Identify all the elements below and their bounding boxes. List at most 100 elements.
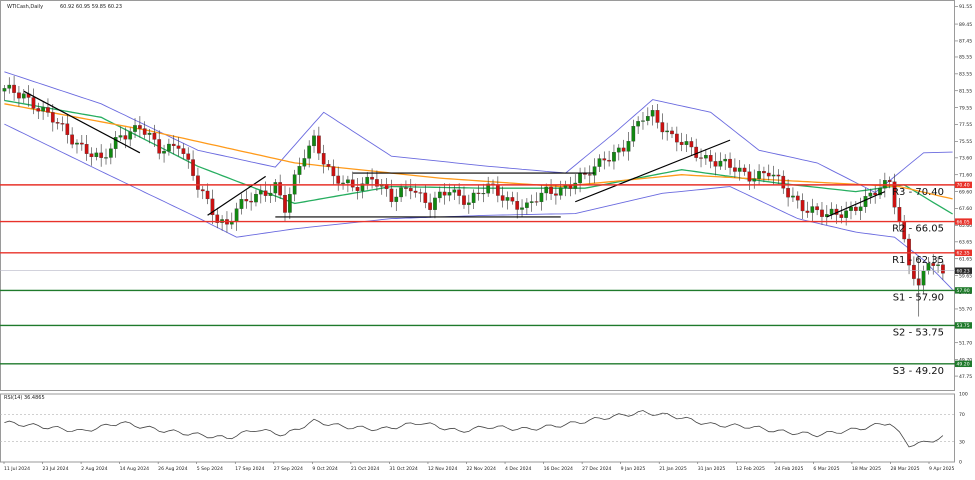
candle-body bbox=[65, 123, 70, 135]
candle-body bbox=[612, 152, 616, 162]
candle-body bbox=[191, 159, 195, 176]
candle-body bbox=[399, 187, 403, 198]
price-axis-label: 63.65 bbox=[959, 240, 972, 246]
candle-body bbox=[176, 145, 181, 149]
candle-body bbox=[123, 135, 128, 140]
candle-body bbox=[336, 175, 341, 184]
candle-body bbox=[912, 264, 916, 279]
candle-body bbox=[70, 134, 74, 145]
candle-body bbox=[573, 182, 578, 189]
candle-body bbox=[263, 190, 268, 196]
time-axis-label: 11 Jul 2024 bbox=[4, 466, 30, 472]
resistance-level-tag-label: 70.40 bbox=[957, 183, 970, 189]
candle-body bbox=[128, 131, 133, 140]
candle-body bbox=[742, 167, 747, 172]
rsi-title: RSI(14) 36.4865 bbox=[4, 395, 45, 401]
candle-body bbox=[525, 202, 529, 208]
candle-body bbox=[109, 148, 113, 158]
candle-body bbox=[679, 141, 684, 145]
candle-body bbox=[529, 201, 534, 203]
time-axis-label: 31 Oct 2024 bbox=[389, 466, 417, 472]
time-axis-label: 16 Dec 2024 bbox=[544, 466, 573, 472]
chart-ohlc-label: 60.92 60.95 59.85 60.23 bbox=[60, 4, 122, 10]
candle-body bbox=[853, 206, 858, 211]
candle-body bbox=[442, 191, 447, 196]
candle-body bbox=[665, 130, 670, 133]
candle-body bbox=[868, 192, 873, 197]
candle-body bbox=[99, 152, 104, 158]
candle-body bbox=[433, 197, 437, 210]
candle-body bbox=[568, 185, 573, 189]
candle-body bbox=[447, 192, 452, 196]
time-axis-label: 5 Sep 2024 bbox=[197, 466, 223, 472]
candle-body bbox=[283, 194, 287, 213]
support-level-tag-label: 49.20 bbox=[957, 362, 970, 368]
candle-body bbox=[350, 179, 355, 188]
candle-body bbox=[341, 182, 345, 184]
candle-body bbox=[84, 144, 89, 154]
candle-body bbox=[287, 194, 292, 213]
candle-body bbox=[621, 147, 626, 152]
candle-body bbox=[694, 146, 699, 158]
candle-body bbox=[786, 188, 790, 198]
chart-symbol-label: WTICash,Daily bbox=[7, 4, 43, 10]
price-axis-label: 89.45 bbox=[959, 22, 972, 28]
resistance-level-label: R2 - 66.05 bbox=[892, 224, 944, 235]
price-axis-label: 83.55 bbox=[959, 72, 972, 78]
support-level-tag-label: 53.75 bbox=[957, 323, 970, 329]
time-axis-label: 31 Jan 2025 bbox=[698, 466, 726, 472]
candle-body bbox=[273, 182, 278, 194]
candle-body bbox=[689, 141, 694, 148]
candle-body bbox=[699, 157, 703, 159]
candle-body bbox=[365, 176, 370, 184]
resistance-level-tag-label: 62.35 bbox=[957, 251, 970, 257]
price-axis-label: 85.55 bbox=[959, 55, 972, 61]
price-axis-label: 69.60 bbox=[959, 189, 972, 195]
candle-body bbox=[7, 84, 12, 89]
candle-body bbox=[89, 153, 94, 158]
candle-body bbox=[326, 164, 331, 167]
candle-body bbox=[549, 186, 553, 194]
candle-body bbox=[515, 201, 520, 210]
candle-body bbox=[331, 166, 336, 177]
candle-body bbox=[752, 178, 757, 182]
candle-body bbox=[41, 107, 45, 112]
candle-body bbox=[104, 157, 108, 159]
candle-body bbox=[776, 174, 781, 177]
candle-body bbox=[829, 208, 834, 215]
candle-body bbox=[17, 92, 21, 99]
candle-body bbox=[50, 112, 55, 123]
price-axis-label: 47.75 bbox=[959, 374, 972, 380]
time-axis-label: 21 Oct 2024 bbox=[351, 466, 379, 472]
price-axis-label: 75.55 bbox=[959, 139, 972, 145]
candle-body bbox=[539, 192, 544, 203]
resistance-level-label: R3 - 70.40 bbox=[892, 187, 944, 198]
candle-body bbox=[181, 148, 186, 154]
candle-body bbox=[558, 187, 563, 196]
candle-body bbox=[239, 199, 244, 209]
candle-body bbox=[839, 214, 844, 218]
candle-body bbox=[394, 196, 399, 202]
current-price-tag-label: 60.23 bbox=[957, 269, 970, 275]
candle-body bbox=[249, 200, 253, 203]
candle-body bbox=[921, 270, 926, 286]
candle-body bbox=[897, 207, 902, 222]
candle-body bbox=[544, 186, 549, 194]
candle-body bbox=[718, 160, 723, 167]
candle-body bbox=[941, 264, 945, 274]
candle-body bbox=[810, 206, 815, 213]
price-axis-label: 55.70 bbox=[959, 307, 972, 313]
candle-body bbox=[234, 208, 239, 222]
price-axis-label: 77.55 bbox=[959, 122, 972, 128]
candle-body bbox=[346, 179, 350, 184]
candle-body bbox=[704, 155, 708, 159]
candle-body bbox=[254, 193, 258, 203]
candle-body bbox=[55, 122, 60, 124]
time-axis-label: 12 Nov 2024 bbox=[428, 466, 457, 472]
candle-body bbox=[157, 139, 162, 154]
candle-body bbox=[766, 172, 771, 177]
candle-body bbox=[471, 192, 476, 203]
support-level-label: S1 - 57.90 bbox=[893, 292, 944, 303]
candle-body bbox=[404, 187, 408, 189]
candle-body bbox=[592, 166, 597, 176]
